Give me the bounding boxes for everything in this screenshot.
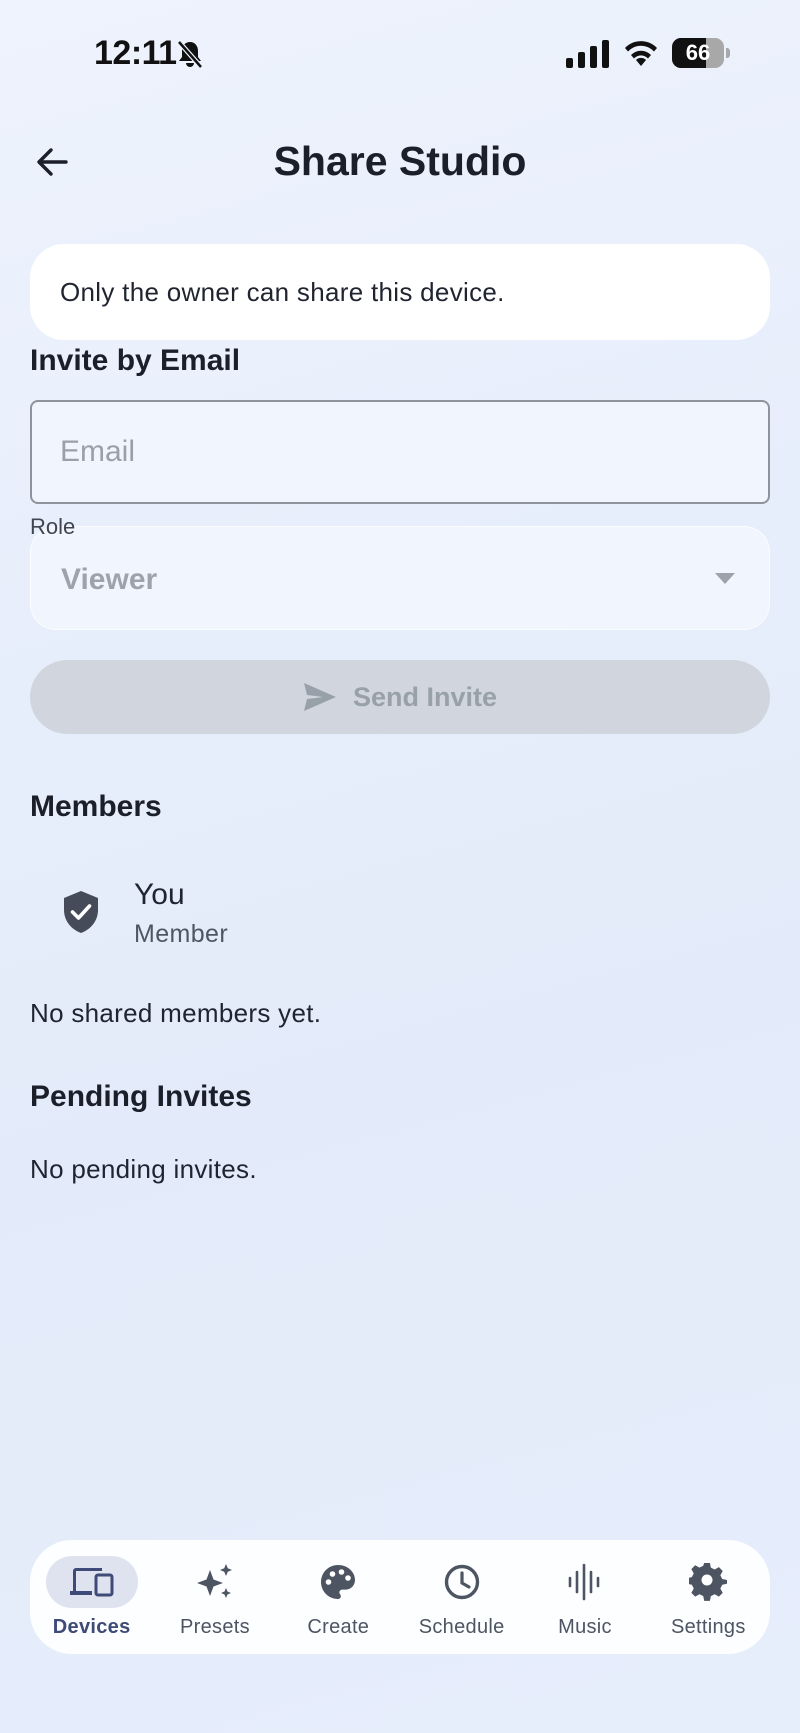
nav-label-music: Music	[558, 1616, 612, 1638]
invite-heading: Invite by Email	[30, 344, 241, 377]
nav-label-create: Create	[307, 1616, 370, 1638]
owner-notice: Only the owner can share this device.	[30, 244, 770, 340]
pending-empty-text: No pending invites.	[30, 1154, 257, 1184]
battery-indicator: 66	[672, 38, 730, 68]
send-invite-button[interactable]: Send Invite	[30, 660, 770, 734]
email-input[interactable]	[32, 402, 768, 502]
nav-item-settings[interactable]: Settings	[647, 1540, 770, 1654]
bell-muted-icon	[177, 40, 203, 69]
send-icon	[303, 683, 336, 711]
role-selected-value: Viewer	[61, 563, 158, 596]
pending-invites-heading: Pending Invites	[30, 1080, 252, 1113]
nav-label-presets: Presets	[180, 1616, 250, 1638]
battery-level-text: 66	[685, 40, 711, 65]
send-invite-label: Send Invite	[352, 681, 498, 712]
bottom-nav: Devices Presets Create Schedule Music Se…	[30, 1540, 770, 1654]
devices-icon	[69, 1568, 114, 1597]
role-label: Role	[30, 514, 76, 539]
members-heading: Members	[30, 790, 162, 823]
member-role: Member	[134, 920, 229, 948]
nav-label-devices: Devices	[52, 1616, 131, 1638]
nav-item-devices[interactable]: Devices	[30, 1540, 153, 1654]
status-bar: 12:11 66	[0, 0, 800, 110]
clock-icon	[444, 1564, 479, 1600]
role-select[interactable]: Viewer	[30, 526, 770, 630]
nav-item-presets[interactable]: Presets	[153, 1540, 276, 1654]
nav-item-schedule[interactable]: Schedule	[400, 1540, 523, 1654]
gear-icon	[689, 1563, 728, 1601]
nav-label-settings: Settings	[670, 1616, 746, 1638]
owner-notice-text: Only the owner can share this device.	[60, 276, 505, 307]
nav-label-schedule: Schedule	[418, 1616, 505, 1638]
member-list-item: You Member	[30, 868, 770, 960]
cell-signal-icon	[566, 40, 609, 68]
email-field[interactable]	[30, 400, 770, 504]
sparkle-icon	[196, 1564, 232, 1598]
palette-icon	[321, 1565, 356, 1599]
member-name: You	[134, 878, 185, 911]
wifi-icon	[625, 41, 657, 66]
members-empty-text: No shared members yet.	[30, 998, 322, 1028]
shield-check-icon	[64, 891, 98, 933]
status-time: 12:11	[94, 34, 177, 72]
nav-item-music[interactable]: Music	[523, 1540, 646, 1654]
page-title: Share Studio	[273, 138, 527, 184]
nav-item-create[interactable]: Create	[277, 1540, 400, 1654]
waveform-icon	[568, 1563, 600, 1601]
dropdown-caret-icon	[715, 573, 735, 584]
